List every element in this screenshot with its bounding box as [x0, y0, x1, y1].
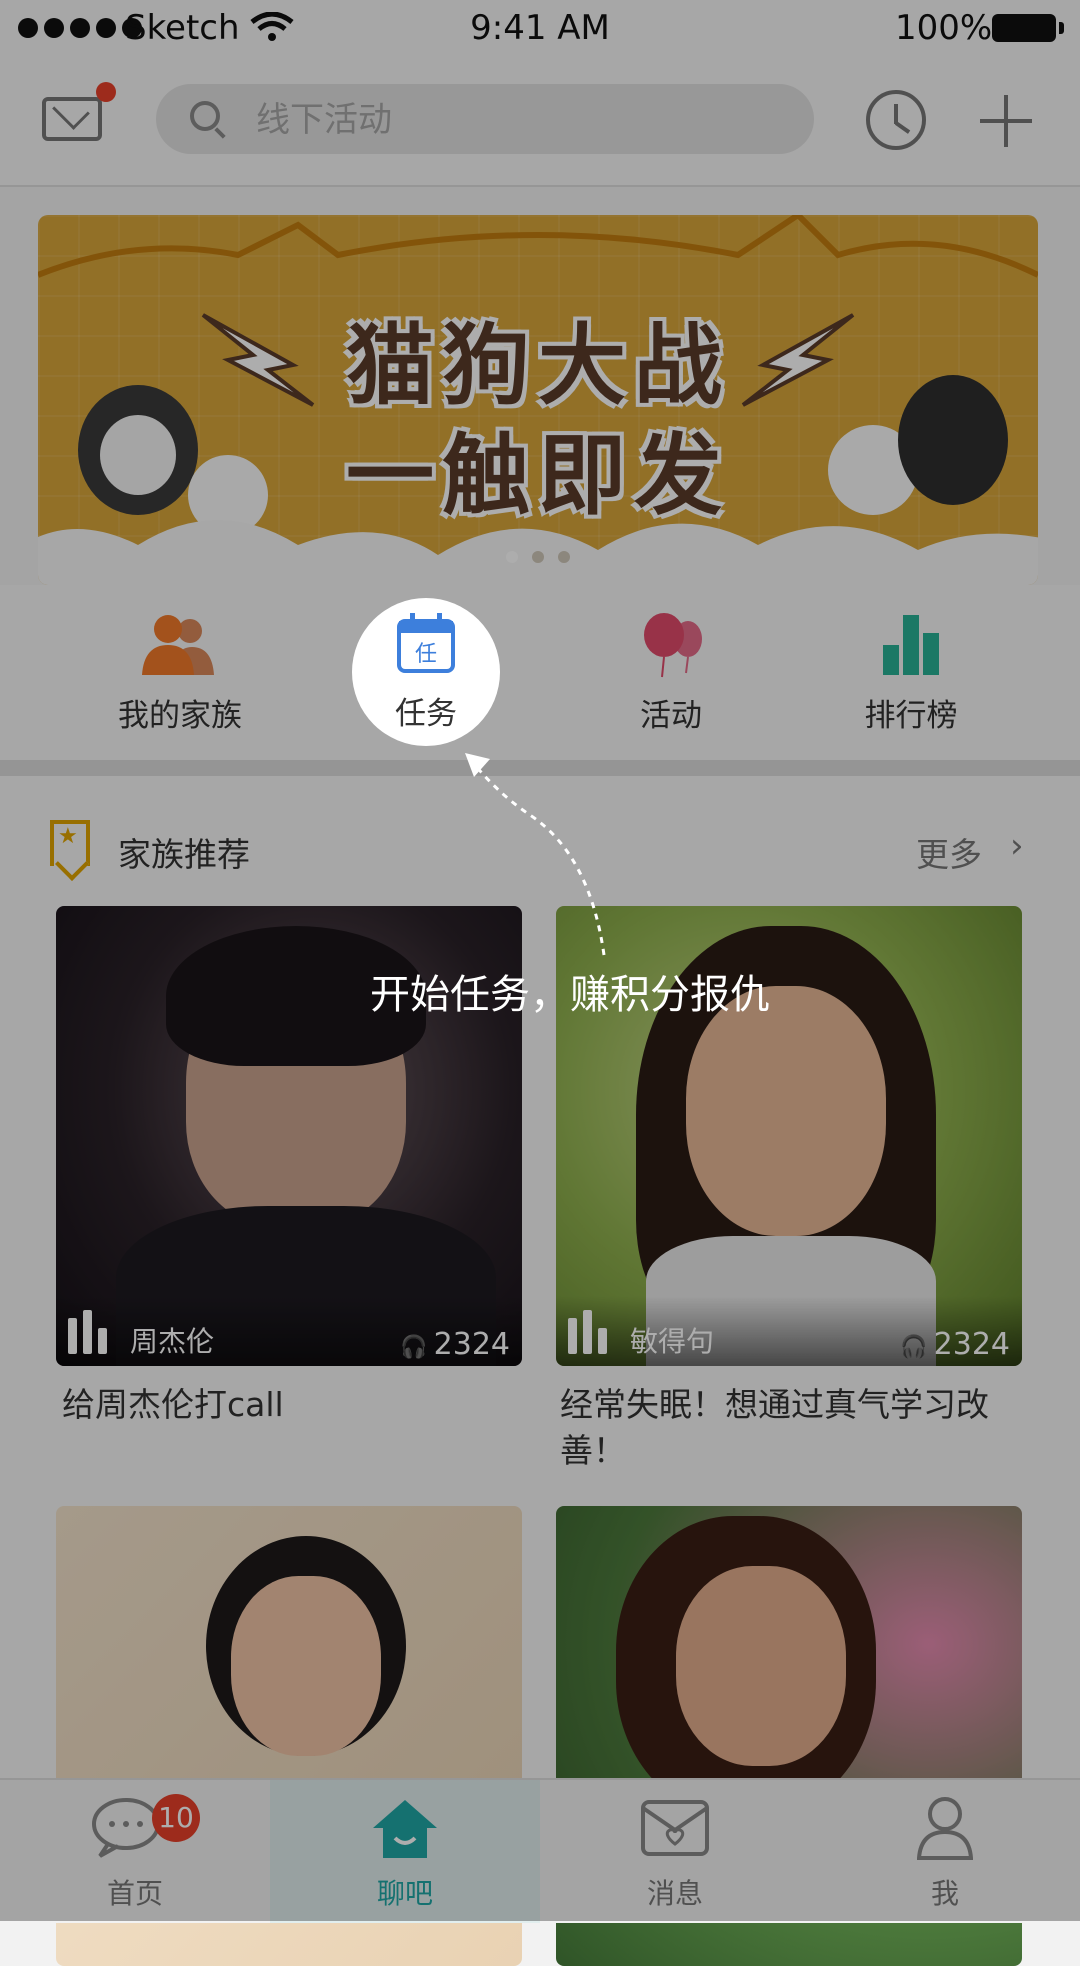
- listen-count: 2324: [900, 1327, 1010, 1362]
- add-plus-icon[interactable]: [980, 95, 1032, 147]
- battery-percent: 100%: [895, 8, 993, 48]
- equalizer-icon: [68, 1310, 107, 1354]
- ranking-icon: [883, 615, 939, 675]
- task-calendar-icon: 任: [397, 613, 455, 673]
- quick-item-label: 我的家族: [118, 698, 242, 734]
- banner-clouds: [38, 520, 1038, 585]
- guide-tip-text: 开始任务，赚积分报仇: [370, 972, 770, 1018]
- tab-messages[interactable]: 消息: [540, 1780, 810, 1923]
- dog-face-left: [100, 415, 176, 495]
- guide-spotlight-label: 任务: [395, 696, 457, 732]
- tab-home[interactable]: 10 首页: [0, 1780, 270, 1923]
- user-icon: [917, 1797, 973, 1860]
- search-bar[interactable]: [156, 84, 814, 156]
- quick-menu: 我的家族 任 任务 活动 排行榜: [0, 585, 1080, 760]
- unread-dot: [96, 82, 116, 102]
- family-icon: [142, 615, 214, 675]
- tab-chatbar[interactable]: 聊吧: [270, 1780, 540, 1923]
- home-icon: [373, 1800, 437, 1858]
- banner-title-line1: 猫狗大战: [345, 314, 730, 417]
- search-icon: [190, 101, 220, 131]
- chat-bubble-icon: [92, 1798, 160, 1858]
- guide-arrow-icon: [465, 753, 606, 956]
- card-owner: 敏得句: [630, 1325, 715, 1358]
- pager-dot: [506, 551, 518, 563]
- card-portrait: [676, 1566, 846, 1766]
- pager-dot: [532, 551, 544, 563]
- pager-dot: [558, 551, 570, 563]
- card-portrait: [231, 1576, 381, 1756]
- tab-label: 聊吧: [376, 1877, 433, 1910]
- envelope-heart-icon: [641, 1800, 709, 1856]
- tab-label: 消息: [646, 1877, 703, 1910]
- tab-label: 我: [930, 1877, 959, 1910]
- card-portrait: [686, 986, 886, 1236]
- banner-pager: [38, 551, 1038, 563]
- quick-item-family[interactable]: 我的家族: [45, 585, 315, 760]
- card-caption[interactable]: 经常失眠！想通过真气学习改善！: [560, 1382, 1040, 1474]
- top-header: [0, 60, 1080, 187]
- search-input[interactable]: [254, 84, 778, 156]
- card-caption[interactable]: 给周杰伦打call: [62, 1382, 542, 1428]
- more-link[interactable]: 更多: [916, 828, 982, 876]
- listen-count: 2324: [400, 1327, 510, 1362]
- mail-icon[interactable]: [42, 97, 102, 141]
- status-bar: Sketch 9:41 AM 100%: [0, 0, 1080, 60]
- quick-item-label: 活动: [640, 698, 702, 734]
- guide-spotlight-task[interactable]: 任 任务: [352, 598, 500, 746]
- promo-banner[interactable]: 猫狗大战 一触即发: [38, 215, 1038, 585]
- balloon-icon: [644, 613, 702, 678]
- dog-mascot-right: [898, 375, 1008, 505]
- tab-label: 首页: [106, 1877, 163, 1910]
- battery-icon: [992, 14, 1064, 42]
- card-owner: 周杰伦: [130, 1325, 215, 1358]
- star-icon: ★: [58, 824, 78, 849]
- quick-item-label: 排行榜: [864, 698, 958, 734]
- svg-text:任: 任: [415, 642, 437, 667]
- lightning-left-icon: [201, 313, 315, 407]
- lightning-right-icon: [741, 313, 855, 407]
- quick-item-activity[interactable]: 活动: [536, 585, 806, 760]
- equalizer-icon: [568, 1310, 607, 1354]
- quick-item-ranking[interactable]: 排行榜: [776, 585, 1046, 760]
- tab-me[interactable]: 我: [810, 1780, 1080, 1923]
- chevron-right-icon[interactable]: ›: [1010, 826, 1024, 866]
- unread-badge: 10: [152, 1794, 200, 1842]
- history-clock-icon[interactable]: [866, 90, 926, 150]
- bottom-tab-bar: 10 首页 聊吧 消息 我: [0, 1778, 1080, 1923]
- section-title: 家族推荐: [118, 835, 250, 874]
